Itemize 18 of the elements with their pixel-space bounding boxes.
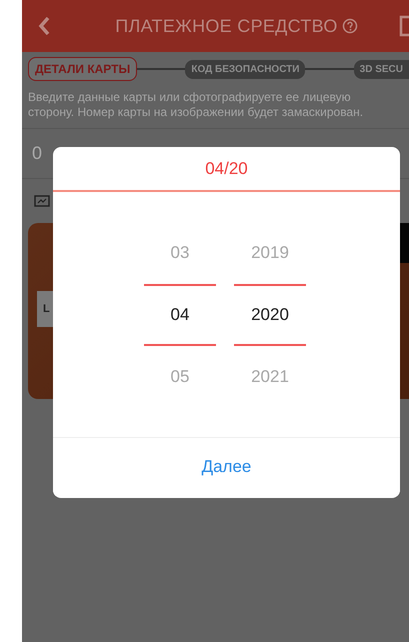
month-option[interactable]: 03 [144, 222, 216, 284]
screen-title: ПЛАТЕЖНОЕ СРЕДСТВО [115, 14, 338, 38]
dialog-title: 04/20 [205, 158, 248, 180]
month-option[interactable]: 04 [144, 284, 216, 346]
card-label: L [43, 302, 50, 317]
year-option[interactable]: 2020 [234, 284, 306, 346]
exit-icon[interactable] [399, 15, 409, 37]
help-icon[interactable] [342, 18, 358, 34]
step-tab[interactable]: ДЕТАЛИ КАРТЫ [28, 57, 138, 81]
instruction-text: Введите данные карты или сфотографируете ее лицевую сторону. Номер карты на изображении будет замаскирован. [22, 86, 409, 129]
month-option[interactable]: 05 [144, 346, 216, 408]
card-scan-icon[interactable] [34, 195, 50, 207]
step-tab[interactable]: КОД БЕЗОПАСНОСТИ [185, 60, 306, 78]
card-number-value[interactable]: 0 [32, 140, 42, 167]
year-option[interactable]: 2021 [234, 346, 306, 408]
year-option[interactable]: 2019 [234, 222, 306, 284]
back-icon[interactable] [38, 17, 50, 35]
step-tab[interactable]: 3D SECU [354, 60, 409, 78]
